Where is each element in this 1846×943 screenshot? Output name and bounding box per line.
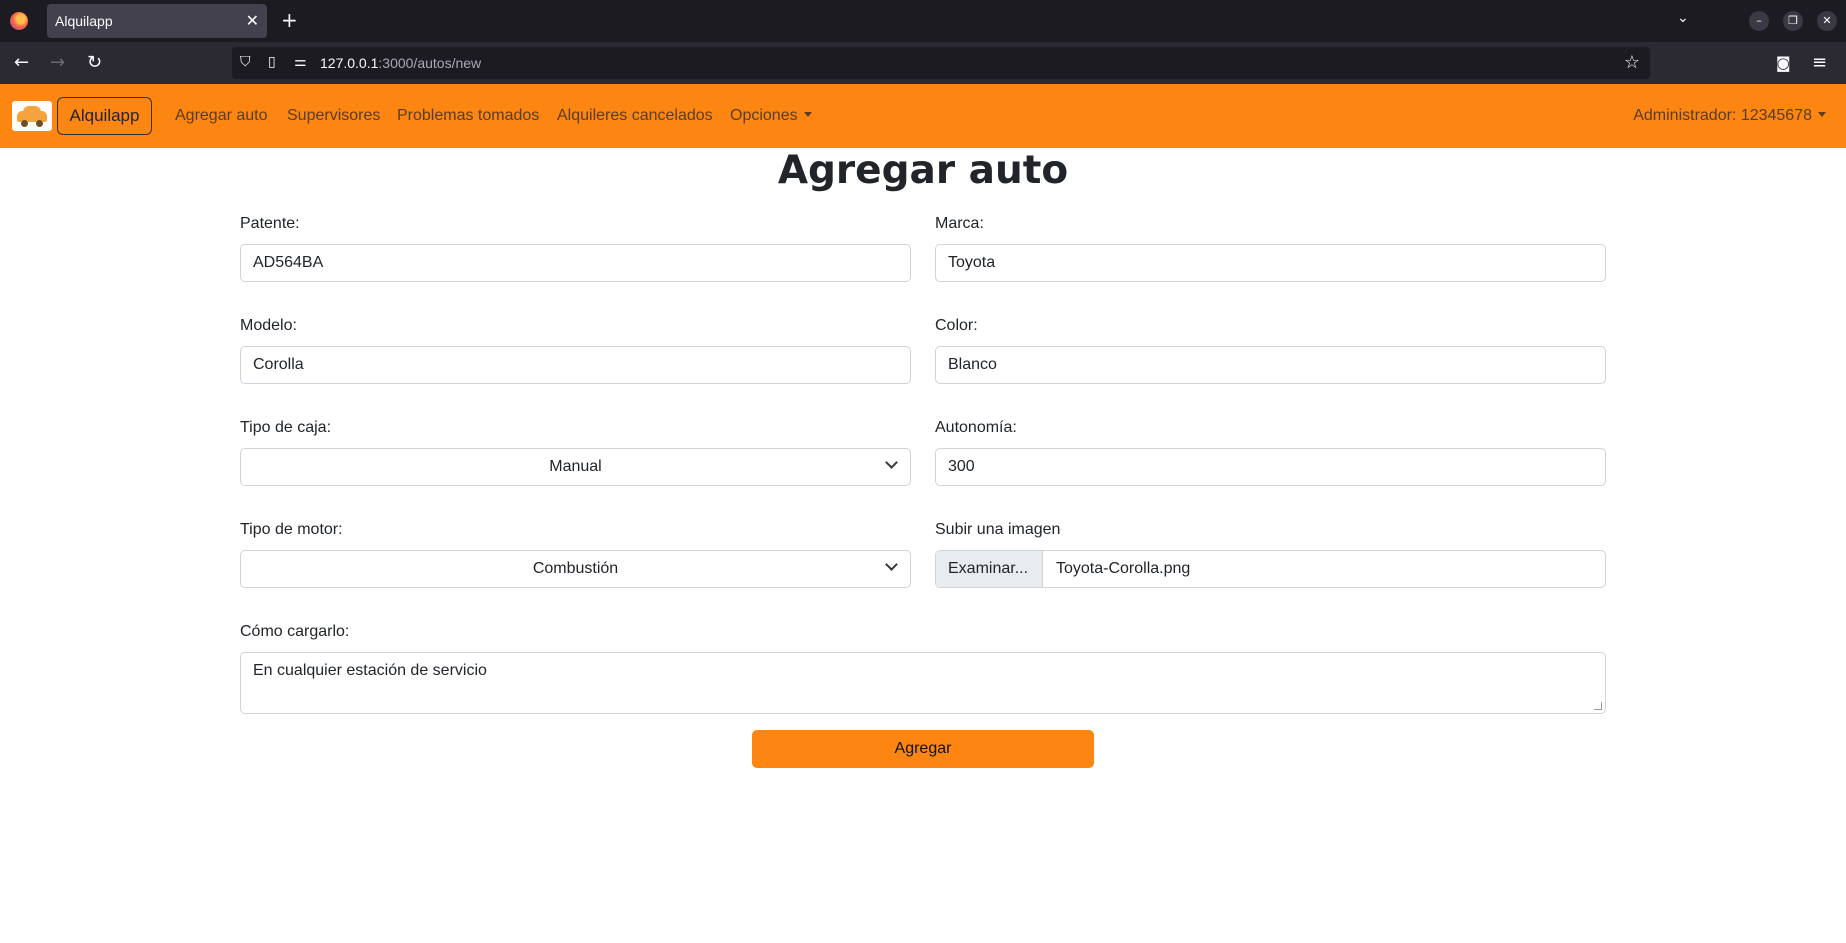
file-name: Toyota-Corolla.png	[1056, 560, 1191, 577]
restore-icon[interactable]: ❐	[1783, 11, 1803, 31]
chevron-down-icon	[885, 456, 898, 469]
browser-tab-bar: Alquilapp ✕ + ⌄ – ❐ ✕	[0, 0, 1846, 42]
como-cargarlo-value: En cualquier estación de servicio	[253, 662, 487, 679]
tipo-motor-label: Tipo de motor:	[240, 521, 343, 538]
permissions-icon[interactable]: ⚌	[294, 54, 307, 70]
back-arrow-icon[interactable]: ←	[14, 52, 29, 73]
bookmark-star-icon[interactable]: ☆	[1624, 52, 1640, 73]
browser-tab[interactable]: Alquilapp ✕	[47, 4, 267, 38]
shield-icon[interactable]: ⛉	[240, 54, 251, 70]
patente-label: Patente:	[240, 215, 300, 232]
color-input[interactable]: Blanco	[935, 346, 1606, 384]
autonomia-input[interactable]: 300	[935, 448, 1606, 486]
tipo-caja-label: Tipo de caja:	[240, 419, 332, 436]
pocket-icon[interactable]: ◙	[1776, 54, 1791, 72]
nav-problemas-tomados[interactable]: Problemas tomados	[397, 107, 539, 125]
patente-input[interactable]: AD564BA	[240, 244, 911, 282]
minimize-icon[interactable]: –	[1749, 11, 1769, 31]
window-close-icon[interactable]: ✕	[1817, 11, 1837, 31]
como-cargarlo-label: Cómo cargarlo:	[240, 623, 350, 640]
modelo-input[interactable]: Corolla	[240, 346, 911, 384]
user-dropdown[interactable]: Administrador: 12345678	[1633, 107, 1826, 125]
imagen-label: Subir una imagen	[935, 521, 1061, 538]
tab-title: Alquilapp	[55, 13, 113, 29]
tab-list-chevron-icon[interactable]: ⌄	[1677, 10, 1689, 26]
chevron-down-icon	[885, 558, 898, 571]
app-navbar: Alquilapp Agregar auto Supervisores Prob…	[0, 84, 1846, 148]
tab-close-icon[interactable]: ✕	[246, 11, 259, 30]
new-tab-icon[interactable]: +	[281, 8, 298, 32]
brand-button[interactable]: Alquilapp	[57, 97, 152, 135]
marca-input[interactable]: Toyota	[935, 244, 1606, 282]
menu-icon[interactable]: ≡	[1812, 52, 1827, 73]
tipo-caja-select[interactable]: Manual	[240, 448, 911, 486]
como-cargarlo-textarea[interactable]: En cualquier estación de servicio	[240, 652, 1606, 714]
marca-label: Marca:	[935, 215, 984, 232]
resize-grip-icon[interactable]	[1594, 702, 1602, 710]
color-label: Color:	[935, 317, 978, 334]
examinar-button[interactable]: Examinar...	[936, 551, 1043, 587]
url-bar[interactable]: ⛉ ▯ ⚌ 127.0.0.1:3000/autos/new ☆	[232, 47, 1650, 79]
modelo-label: Modelo:	[240, 317, 297, 334]
nav-opciones-dropdown[interactable]: Opciones	[730, 107, 812, 125]
car-logo-icon[interactable]	[12, 101, 52, 131]
forward-arrow-icon[interactable]: →	[50, 52, 65, 73]
tipo-caja-value: Manual	[549, 458, 602, 475]
agregar-button[interactable]: Agregar	[752, 730, 1094, 768]
nav-alquileres-cancelados[interactable]: Alquileres cancelados	[557, 107, 713, 125]
browser-toolbar: ← → ↻ ⛉ ▯ ⚌ 127.0.0.1:3000/autos/new ☆ ◙…	[0, 42, 1846, 84]
nav-supervisores[interactable]: Supervisores	[287, 107, 380, 125]
url-text[interactable]: 127.0.0.1:3000/autos/new	[320, 55, 481, 71]
imagen-file-input[interactable]: Examinar... Toyota-Corolla.png	[935, 550, 1606, 588]
tipo-motor-select[interactable]: Combustión	[240, 550, 911, 588]
reload-icon[interactable]: ↻	[87, 52, 102, 73]
autonomia-label: Autonomía:	[935, 419, 1017, 436]
tipo-motor-value: Combustión	[532, 560, 619, 577]
firefox-icon	[10, 12, 28, 30]
page-icon: ▯	[268, 54, 276, 70]
page-title: Agregar auto	[777, 148, 1069, 193]
nav-agregar-auto[interactable]: Agregar auto	[175, 107, 268, 125]
